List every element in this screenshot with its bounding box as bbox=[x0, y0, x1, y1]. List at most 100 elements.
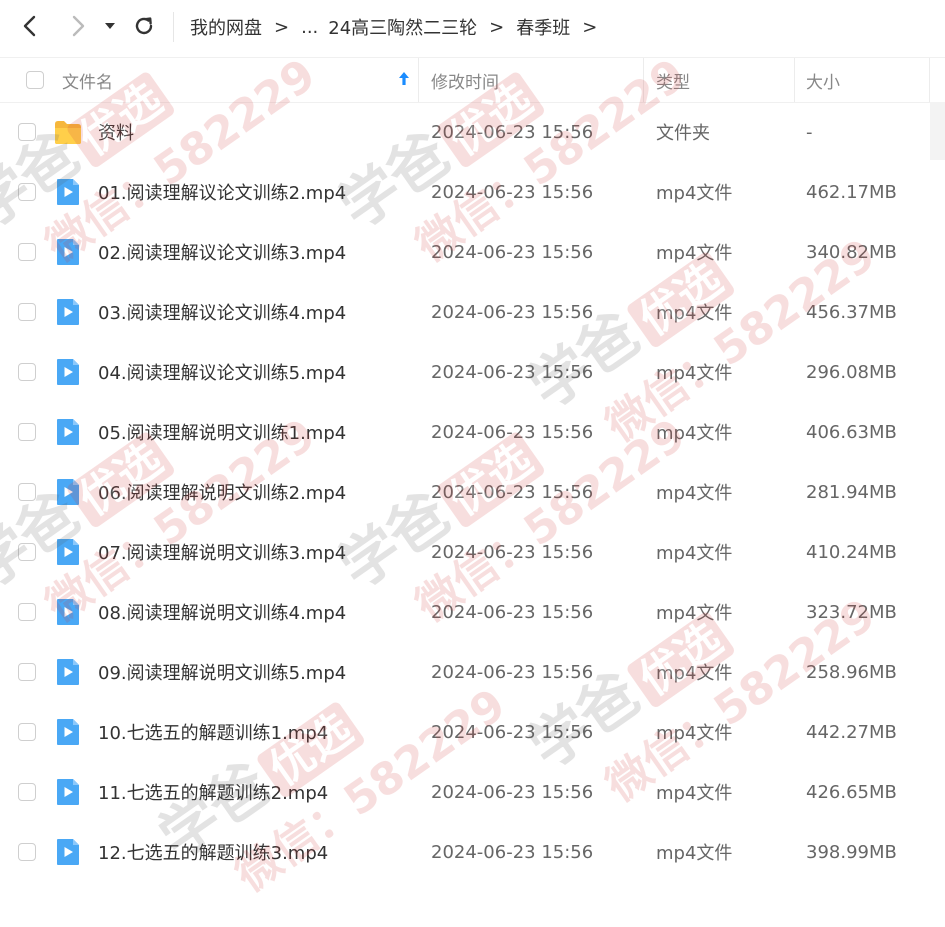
video-file-icon bbox=[57, 239, 79, 265]
file-modified-time: 2024-06-23 15:56 bbox=[431, 721, 594, 743]
video-file-icon bbox=[57, 479, 79, 505]
file-type: mp4文件 bbox=[656, 783, 733, 804]
scrollbar-thumb[interactable] bbox=[930, 102, 945, 160]
breadcrumb-separator: > bbox=[489, 16, 505, 38]
row-checkbox[interactable] bbox=[18, 222, 36, 282]
video-file-icon bbox=[57, 359, 79, 385]
column-divider[interactable] bbox=[794, 58, 795, 102]
table-row[interactable]: 12.七选五的解题训练3.mp4 2024-06-23 15:56 mp4文件 398… bbox=[0, 822, 930, 882]
checkbox-box bbox=[18, 303, 36, 321]
top-navigation-bar: 我的网盘 > ... 24高三陶然二三轮 > 春季班 > bbox=[0, 0, 945, 56]
checkbox-box bbox=[18, 543, 36, 561]
row-checkbox[interactable] bbox=[18, 522, 36, 582]
refresh-button[interactable] bbox=[130, 10, 158, 42]
checkbox-box bbox=[18, 663, 36, 681]
file-modified-time: 2024-06-23 15:56 bbox=[431, 181, 594, 203]
file-size: 398.99MB bbox=[806, 841, 897, 863]
checkbox-box bbox=[18, 603, 36, 621]
breadcrumb-level2[interactable]: 春季班 bbox=[516, 14, 570, 40]
row-checkbox[interactable] bbox=[18, 762, 36, 822]
file-type: mp4文件 bbox=[656, 243, 733, 264]
table-row[interactable]: 03.阅读理解议论文训练4.mp4 2024-06-23 15:56 mp4文件 45… bbox=[0, 282, 930, 342]
file-name[interactable]: 10.七选五的解题训练1.mp4 bbox=[98, 702, 328, 762]
file-size: 462.17MB bbox=[806, 181, 897, 203]
column-divider[interactable] bbox=[418, 58, 419, 102]
file-name[interactable]: 08.阅读理解说明文训练4.mp4 bbox=[98, 582, 346, 642]
breadcrumb: 我的网盘 > ... 24高三陶然二三轮 > 春季班 > bbox=[190, 13, 609, 41]
file-name[interactable]: 12.七选五的解题训练3.mp4 bbox=[98, 822, 328, 882]
column-header-name[interactable]: 文件名 bbox=[62, 58, 113, 102]
breadcrumb-root[interactable]: 我的网盘 bbox=[190, 14, 262, 40]
back-button[interactable] bbox=[16, 10, 44, 42]
file-size: 340.82MB bbox=[806, 241, 897, 263]
file-modified-time: 2024-06-23 15:56 bbox=[431, 121, 594, 143]
file-name[interactable]: 03.阅读理解议论文训练4.mp4 bbox=[98, 282, 346, 342]
table-row[interactable]: 06.阅读理解说明文训练2.mp4 2024-06-23 15:56 mp4文件 28… bbox=[0, 462, 930, 522]
row-checkbox[interactable] bbox=[18, 162, 36, 222]
column-header-size[interactable]: 大小 bbox=[806, 58, 840, 102]
row-checkbox[interactable] bbox=[18, 462, 36, 522]
file-type-icon bbox=[53, 582, 83, 642]
arrow-up-icon[interactable] bbox=[397, 70, 411, 88]
file-name[interactable]: 07.阅读理解说明文训练3.mp4 bbox=[98, 522, 346, 582]
file-name[interactable]: 09.阅读理解说明文训练5.mp4 bbox=[98, 642, 346, 702]
file-size: 323.72MB bbox=[806, 601, 897, 623]
forward-button[interactable] bbox=[64, 10, 92, 42]
breadcrumb-level1[interactable]: 24高三陶然二三轮 bbox=[328, 14, 477, 40]
table-row[interactable]: 01.阅读理解议论文训练2.mp4 2024-06-23 15:56 mp4文件 46… bbox=[0, 162, 930, 222]
refresh-icon bbox=[135, 17, 153, 35]
file-type: mp4文件 bbox=[656, 603, 733, 624]
file-name[interactable]: 04.阅读理解议论文训练5.mp4 bbox=[98, 342, 346, 402]
table-row[interactable]: 04.阅读理解议论文训练5.mp4 2024-06-23 15:56 mp4文件 29… bbox=[0, 342, 930, 402]
file-size: 426.65MB bbox=[806, 781, 897, 803]
video-file-icon bbox=[57, 719, 79, 745]
file-modified-time: 2024-06-23 15:56 bbox=[431, 481, 594, 503]
table-row[interactable]: 09.阅读理解说明文训练5.mp4 2024-06-23 15:56 mp4文件 25… bbox=[0, 642, 930, 702]
checkbox-box bbox=[18, 423, 36, 441]
file-type-icon bbox=[53, 102, 83, 162]
select-all-checkbox[interactable] bbox=[26, 58, 44, 102]
table-row[interactable]: 11.七选五的解题训练2.mp4 2024-06-23 15:56 mp4文件 426… bbox=[0, 762, 930, 822]
file-size: 442.27MB bbox=[806, 721, 897, 743]
file-type-icon bbox=[53, 342, 83, 402]
table-row[interactable]: 05.阅读理解说明文训练1.mp4 2024-06-23 15:56 mp4文件 40… bbox=[0, 402, 930, 462]
checkbox-box bbox=[18, 483, 36, 501]
chevron-left-icon bbox=[23, 15, 36, 37]
file-modified-time: 2024-06-23 15:56 bbox=[431, 421, 594, 443]
column-header-type[interactable]: 类型 bbox=[656, 58, 690, 102]
file-name[interactable]: 资料 bbox=[98, 102, 134, 162]
column-header-modified[interactable]: 修改时间 bbox=[431, 58, 499, 102]
file-type: mp4文件 bbox=[656, 363, 733, 384]
file-size: 406.63MB bbox=[806, 421, 897, 443]
file-name[interactable]: 05.阅读理解说明文训练1.mp4 bbox=[98, 402, 346, 462]
table-row[interactable]: 资料 2024-06-23 15:56 文件夹 - bbox=[0, 102, 930, 162]
row-checkbox[interactable] bbox=[18, 402, 36, 462]
file-name[interactable]: 06.阅读理解说明文训练2.mp4 bbox=[98, 462, 346, 522]
row-checkbox[interactable] bbox=[18, 582, 36, 642]
row-checkbox[interactable] bbox=[18, 822, 36, 882]
row-checkbox[interactable] bbox=[18, 342, 36, 402]
video-file-icon bbox=[57, 419, 79, 445]
table-row[interactable]: 02.阅读理解议论文训练3.mp4 2024-06-23 15:56 mp4文件 34… bbox=[0, 222, 930, 282]
history-dropdown-button[interactable] bbox=[100, 10, 120, 42]
row-checkbox[interactable] bbox=[18, 702, 36, 762]
breadcrumb-ellipsis[interactable]: ... bbox=[301, 17, 318, 38]
file-type-icon bbox=[53, 282, 83, 342]
file-modified-time: 2024-06-23 15:56 bbox=[431, 841, 594, 863]
row-checkbox[interactable] bbox=[18, 102, 36, 162]
table-row[interactable]: 08.阅读理解说明文训练4.mp4 2024-06-23 15:56 mp4文件 32… bbox=[0, 582, 930, 642]
table-row[interactable]: 10.七选五的解题训练1.mp4 2024-06-23 15:56 mp4文件 442… bbox=[0, 702, 930, 762]
file-name[interactable]: 11.七选五的解题训练2.mp4 bbox=[98, 762, 328, 822]
row-checkbox[interactable] bbox=[18, 642, 36, 702]
file-type-icon bbox=[53, 822, 83, 882]
file-modified-time: 2024-06-23 15:56 bbox=[431, 781, 594, 803]
column-divider[interactable] bbox=[643, 58, 644, 102]
file-type: mp4文件 bbox=[656, 303, 733, 324]
file-type-icon bbox=[53, 642, 83, 702]
file-modified-time: 2024-06-23 15:56 bbox=[431, 601, 594, 623]
file-name[interactable]: 01.阅读理解议论文训练2.mp4 bbox=[98, 162, 346, 222]
table-row[interactable]: 07.阅读理解说明文训练3.mp4 2024-06-23 15:56 mp4文件 41… bbox=[0, 522, 930, 582]
file-name[interactable]: 02.阅读理解议论文训练3.mp4 bbox=[98, 222, 346, 282]
file-list-header: 文件名 修改时间 类型 大小 bbox=[0, 57, 945, 103]
row-checkbox[interactable] bbox=[18, 282, 36, 342]
